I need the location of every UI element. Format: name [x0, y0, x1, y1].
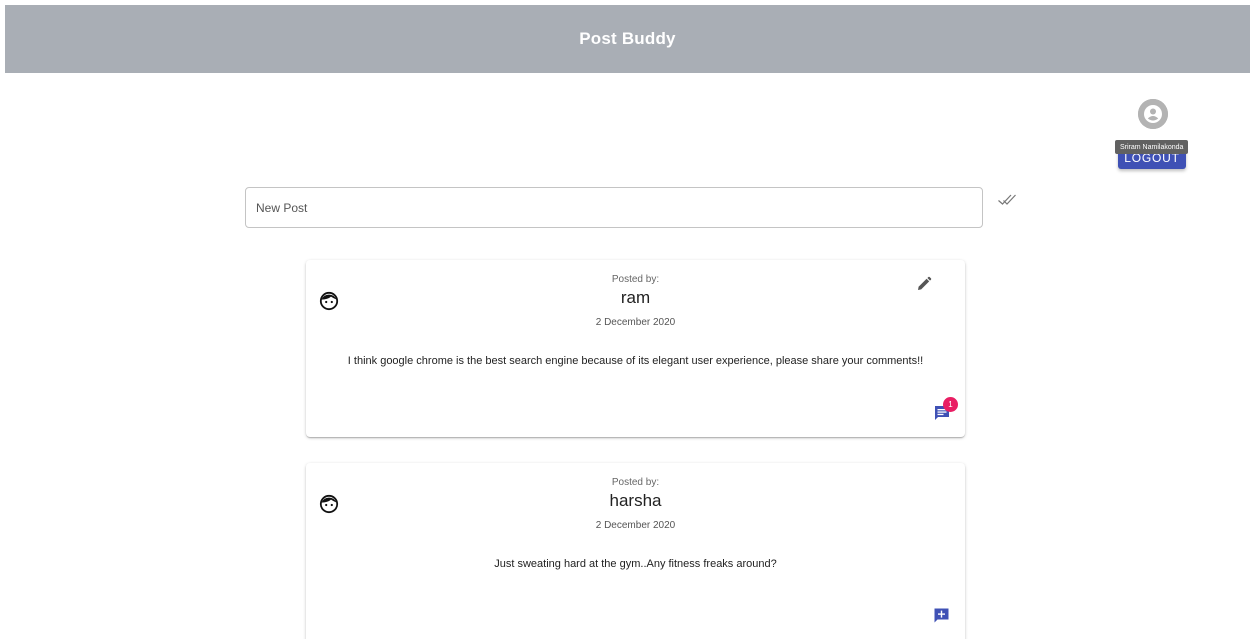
pencil-icon[interactable] [916, 276, 932, 292]
post-card: Posted by: harsha 2 December 2020 Just s… [306, 463, 965, 639]
new-post-input[interactable] [245, 187, 983, 228]
post-body: Just sweating hard at the gym..Any fitne… [494, 558, 777, 570]
post-author: harsha [609, 491, 662, 510]
app-title: Post Buddy [579, 29, 676, 48]
post-date: 2 December 2020 [595, 520, 676, 531]
add-comment-icon[interactable] [933, 607, 950, 624]
post-body: I think google chrome is the best search… [347, 355, 924, 367]
post-card: Posted by: ram 2 December 2020 I think g… [306, 260, 965, 437]
post-date: 2 December 2020 [595, 317, 676, 328]
posted-by-label: Posted by: [611, 477, 660, 488]
post-author: ram [620, 288, 651, 307]
account-circle-icon[interactable] [1138, 99, 1168, 129]
comment-count-badge: 1 [943, 397, 958, 412]
page: Post Buddy LOGOUT Sriram Namilakonda Pos… [0, 0, 1250, 639]
user-name-tooltip: Sriram Namilakonda [1115, 140, 1189, 154]
done-all-icon[interactable] [997, 191, 1017, 207]
app-bar: Post Buddy [5, 5, 1250, 73]
posted-by-label: Posted by: [611, 274, 660, 285]
